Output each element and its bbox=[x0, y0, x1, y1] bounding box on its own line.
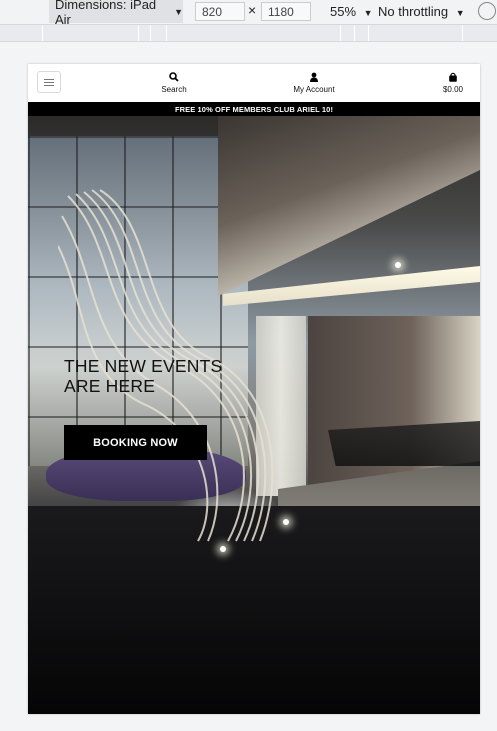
device-viewport: Search My Account $0.00 FREE 10% OFF MEM… bbox=[28, 64, 480, 714]
throttling-dropdown[interactable]: No throttling ▼ bbox=[378, 4, 465, 19]
caret-down-icon: ▼ bbox=[174, 6, 183, 17]
throttling-label: No throttling bbox=[378, 4, 449, 19]
hero-heading-line1: THE NEW EVENTS bbox=[64, 356, 223, 376]
hero-spotlight bbox=[283, 519, 289, 525]
times-separator: × bbox=[248, 2, 257, 18]
cart-total: $0.00 bbox=[442, 85, 464, 94]
rotate-icon[interactable] bbox=[478, 2, 496, 20]
devtools-toolbar: Dimensions: iPad Air ▼ 820 × 1180 55% ▼ … bbox=[0, 0, 497, 27]
hero-spotlight bbox=[395, 262, 401, 268]
promo-banner[interactable]: FREE 10% OFF MEMBERS CLUB ARIEL 10! bbox=[28, 102, 480, 116]
search-label: Search bbox=[161, 85, 187, 94]
my-account-label: My Account bbox=[293, 85, 335, 94]
caret-down-icon: ▼ bbox=[455, 8, 465, 18]
menu-icon[interactable] bbox=[37, 71, 61, 93]
hero-heading-line2: ARE HERE bbox=[64, 376, 156, 396]
height-input[interactable]: 1180 bbox=[261, 2, 311, 21]
booking-now-button[interactable]: BOOKING NOW bbox=[64, 425, 207, 460]
zoom-dropdown[interactable]: 55% ▼ bbox=[330, 4, 373, 19]
user-icon bbox=[310, 72, 318, 82]
cart-link[interactable]: $0.00 bbox=[438, 72, 468, 94]
width-input[interactable]: 820 bbox=[195, 2, 245, 21]
media-query-ruler[interactable] bbox=[0, 25, 497, 42]
hero-spotlight bbox=[220, 546, 226, 552]
site-header: Search My Account $0.00 bbox=[28, 64, 480, 102]
hero-heading: THE NEW EVENTS ARE HERE bbox=[64, 356, 244, 396]
shopping-bag-icon bbox=[449, 72, 457, 82]
search-icon bbox=[169, 72, 179, 82]
hero-banner: THE NEW EVENTS ARE HERE BOOKING NOW bbox=[28, 116, 480, 714]
device-dimensions-dropdown[interactable]: Dimensions: iPad Air ▼ bbox=[49, 0, 183, 27]
zoom-label: 55% bbox=[330, 4, 357, 19]
my-account-link[interactable]: My Account bbox=[286, 72, 342, 94]
promo-text: FREE 10% OFF MEMBERS CLUB ARIEL 10! bbox=[174, 104, 334, 114]
caret-down-icon: ▼ bbox=[363, 8, 373, 18]
device-dimensions-label: Dimensions: iPad Air bbox=[55, 0, 157, 27]
search-link[interactable]: Search bbox=[153, 72, 195, 94]
